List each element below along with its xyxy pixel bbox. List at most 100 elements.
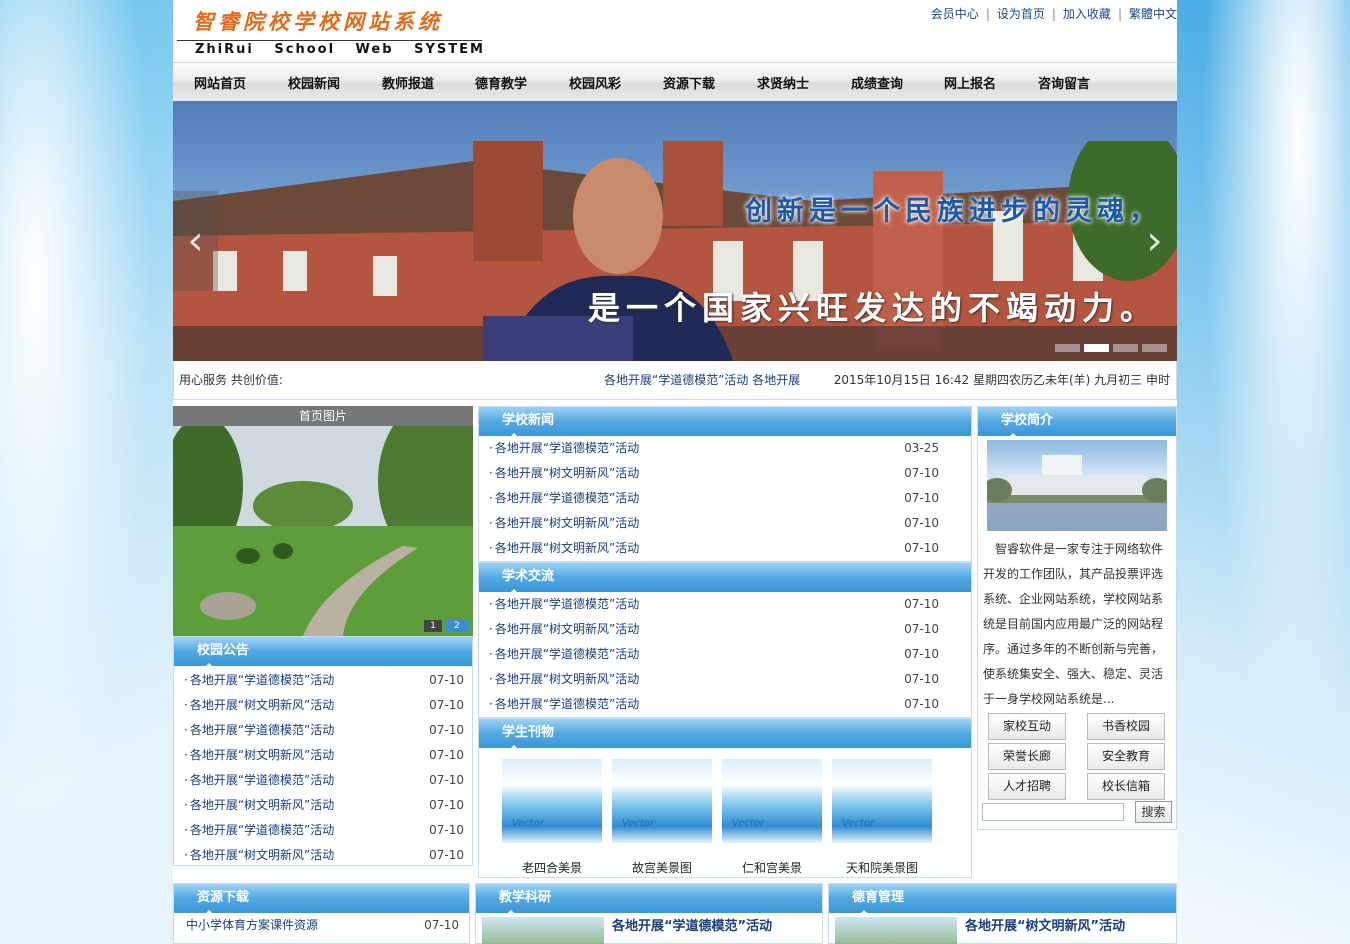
notice-title[interactable]: 校园公告 [174,637,472,666]
gallery-thumbnail[interactable]: Vector [502,759,602,843]
list-item[interactable]: · 各地开展“学道德模范”活动 07-10 [176,668,464,693]
item-title: 各地开展“树文明新风”活动 [494,541,640,555]
list-item[interactable]: · 各地开展“学道德模范”活动 07-10 [176,768,464,793]
safety-education-button[interactable]: 安全教育 [1087,743,1165,770]
thumbnail-logo-text: Vector [622,818,655,829]
teaching-research-thumbnail[interactable] [482,917,604,944]
item-date: 03-25 [904,441,939,455]
school-news-title[interactable]: 学校新闻 [479,407,971,436]
gallery-item[interactable]: Vector 老四合美景 [502,759,602,876]
school-intro-title[interactable]: 学校简介 [978,407,1176,436]
campus-photo[interactable]: 12 [173,426,473,636]
principal-mailbox-button[interactable]: 校长信箱 [1087,773,1165,800]
academic-title[interactable]: 学术交流 [479,563,971,592]
photo-page-2[interactable]: 2 [445,620,469,632]
search-input[interactable] [982,803,1124,821]
set-homepage-link[interactable]: 设为首页 [990,7,1052,21]
list-item[interactable]: · 各地开展“树文明新风”活动 07-10 [481,461,939,486]
main-nav: 网站首页 校园新闻 教师报道 德育教学 校园风彩 资源下载 求贤纳士 成绩查询 … [173,62,1177,101]
teaching-research-headline[interactable]: 各地开展“学道德模范”活动 [612,915,772,934]
item-date: 07-10 [429,673,464,687]
banner-dot[interactable] [1055,344,1080,352]
list-item[interactable]: · 各地开展“树文明新风”活动 07-10 [176,793,464,818]
banner-slideshow[interactable]: 创新是一个民族进步的灵魂， 是一个国家兴旺发达的不竭动力。 ‹ › [173,101,1177,361]
list-item[interactable]: · 各地开展“学道德模范”活动 07-10 [481,486,939,511]
list-item[interactable]: · 各地开展“学道德模范”活动 07-10 [481,692,939,717]
site-logo-en: ZhiRui School Web SYSTEM [195,42,485,57]
banner-slogan-1: 创新是一个民族进步的灵魂， [745,196,1161,227]
moral-management-title[interactable]: 德育管理 [829,884,1176,913]
ticker-scroll-news[interactable]: 各地开展“学道德模范”活动 各地开展 [604,361,817,399]
item-title: 各地开展“学道德模范”活动 [189,823,335,837]
item-title: 各地开展“树文明新风”活动 [189,798,335,812]
site-logo-cn[interactable]: 智睿院校学校网站系统 [193,6,443,36]
item-title: 各地开展“学道德模范”活动 [189,673,335,687]
list-item[interactable]: · 各地开展“树文明新风”活动 07-10 [481,511,939,536]
gallery-item[interactable]: Vector 仁和宫美景 [722,759,822,876]
list-item[interactable]: · 各地开展“学道德模范”活动 07-10 [176,818,464,843]
gallery-item[interactable]: Vector 故宫美景图 [612,759,712,876]
item-date: 07-10 [429,748,464,762]
list-item[interactable]: · 各地开展“树文明新风”活动 07-10 [176,693,464,718]
list-item[interactable]: · 各地开展“学道德模范”活动 07-10 [481,642,939,667]
nav-item-online-signup[interactable]: 网上报名 [944,73,996,92]
teaching-research-title[interactable]: 教学科研 [476,884,822,913]
list-item[interactable]: · 各地开展“学道德模范”活动 07-10 [481,592,939,617]
banner-pager [1051,341,1167,355]
moral-management-headline[interactable]: 各地开展“树文明新风”活动 [965,915,1125,934]
nav-item-consult-message[interactable]: 咨询留言 [1038,73,1090,92]
photo-pager: 12 [421,617,469,632]
gallery-item[interactable]: Vector 天和院美景图 [832,759,932,876]
banner-prev-button[interactable]: ‹ [173,191,218,291]
nav-item-recruitment[interactable]: 求贤纳士 [757,73,809,92]
list-item[interactable]: · 各地开展“树文明新风”活动 07-10 [176,843,464,868]
item-date: 07-10 [429,848,464,862]
banner-dot[interactable] [1142,344,1167,352]
list-item[interactable]: · 各地开展“学道德模范”活动 07-10 [176,718,464,743]
student-publications-title[interactable]: 学生刊物 [479,719,971,748]
list-item[interactable]: · 各地开展“树文明新风”活动 07-10 [481,536,939,561]
photo-page-1[interactable]: 1 [424,620,442,632]
nav-item-score-query[interactable]: 成绩查询 [851,73,903,92]
honor-gallery-button[interactable]: 荣誉长廊 [988,743,1066,770]
traditional-chinese-link[interactable]: 繁體中文 [1122,7,1177,21]
nav-item-campus-news[interactable]: 校园新闻 [288,73,340,92]
banner-next-button[interactable]: › [1132,191,1177,291]
list-item[interactable]: 中小学体育方案课件资源 07-10 [178,913,459,938]
list-item[interactable]: · 各地开展“学道德模范”活动 03-25 [481,436,939,461]
member-center-link[interactable]: 会员中心 [924,7,986,21]
photo-panel-title: 首页图片 [173,406,473,426]
talent-recruitment-button[interactable]: 人才招聘 [988,773,1066,800]
gallery-caption[interactable]: 老四合美景 [502,859,602,876]
gallery-thumbnail[interactable]: Vector [722,759,822,843]
resources-title[interactable]: 资源下载 [174,884,469,913]
nav-item-campus-style[interactable]: 校园风彩 [569,73,621,92]
thumbnail-logo-text: Vector [512,818,545,829]
list-item[interactable]: · 各地开展“树文明新风”活动 07-10 [481,617,939,642]
nav-item-resources[interactable]: 资源下载 [663,73,715,92]
page-background-right [1177,0,1350,944]
nav-item-teacher-reports[interactable]: 教师报道 [382,73,434,92]
item-title: 各地开展“学道德模范”活动 [494,697,640,711]
add-favorite-link[interactable]: 加入收藏 [1056,7,1118,21]
school-building-image [987,440,1167,531]
nav-item-home[interactable]: 网站首页 [194,73,246,92]
list-item[interactable]: · 各地开展“树文明新风”活动 07-10 [176,743,464,768]
scholarly-campus-button[interactable]: 书香校园 [1087,713,1165,740]
gallery-caption[interactable]: 仁和宫美景 [722,859,822,876]
school-news-list: · 各地开展“学道德模范”活动 03-25 · 各地开展“树文明新风”活动 07-10 … [479,436,971,561]
gallery-caption[interactable]: 天和院美景图 [832,859,932,876]
page-background-left [0,0,173,944]
photo-panel: 首页图片 12 [173,406,473,636]
search-button[interactable]: 搜索 [1135,801,1172,823]
gallery-thumbnail[interactable]: Vector [612,759,712,843]
list-item[interactable]: · 各地开展“树文明新风”活动 07-10 [481,667,939,692]
banner-dot[interactable] [1113,344,1138,352]
moral-management-thumbnail[interactable] [835,917,957,944]
gallery-caption[interactable]: 故宫美景图 [612,859,712,876]
nav-item-moral-teaching[interactable]: 德育教学 [475,73,527,92]
home-school-interaction-button[interactable]: 家校互动 [988,713,1066,740]
gallery-thumbnail[interactable]: Vector [832,759,932,843]
thumbnail-logo-text: Vector [732,818,765,829]
banner-dot-active[interactable] [1084,344,1109,352]
